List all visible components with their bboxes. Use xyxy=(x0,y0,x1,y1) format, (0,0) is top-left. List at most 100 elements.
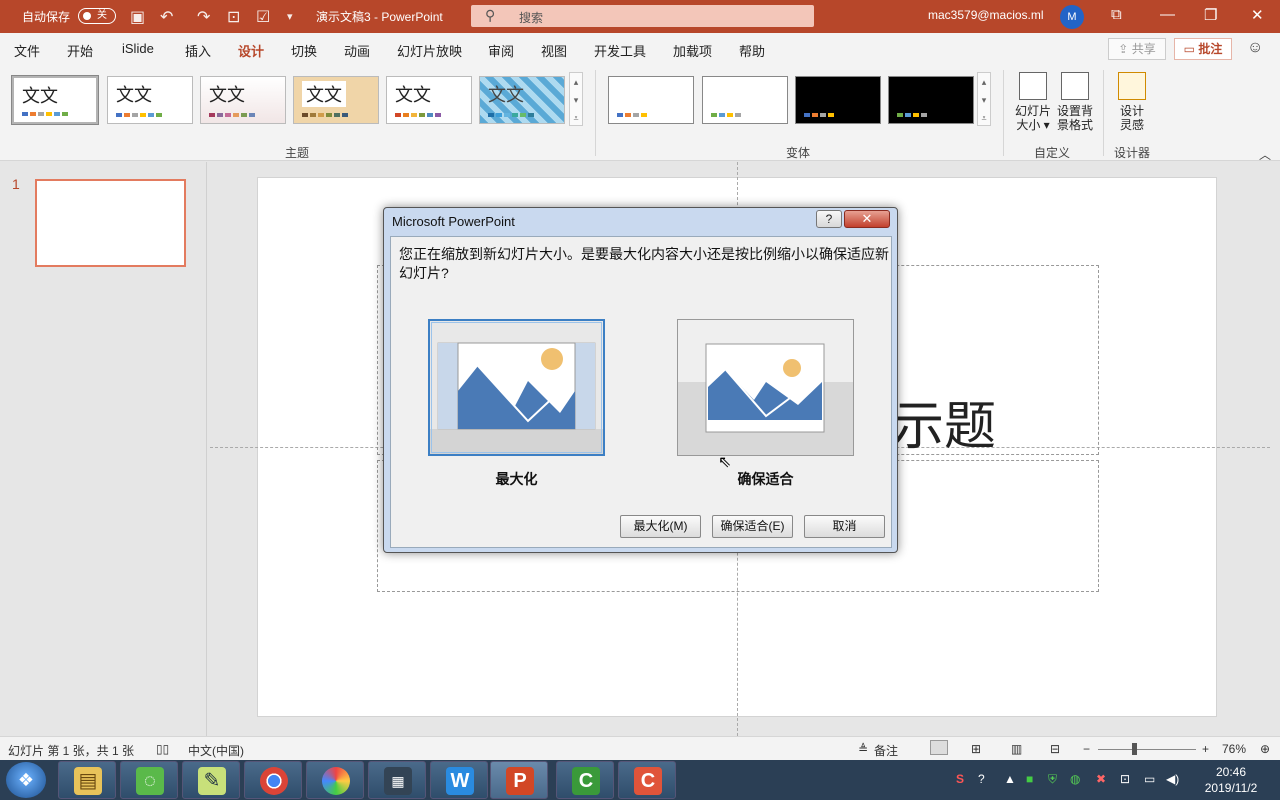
system-clock[interactable]: 20:46 2019/11/2 xyxy=(1196,764,1266,796)
taskbar-notepad[interactable]: ✎ xyxy=(182,761,240,799)
undo-icon[interactable]: ↶ xyxy=(160,7,173,27)
taskbar-wechat[interactable]: ◌ xyxy=(120,761,178,799)
theme-office[interactable]: 文文 xyxy=(11,75,99,125)
notes-icon[interactable]: ≜ xyxy=(858,742,868,756)
minimize-icon[interactable]: — xyxy=(1160,6,1175,23)
document-title: 演示文稿3 - PowerPoint xyxy=(316,10,443,24)
design-ideas-button[interactable]: 设计 灵感 xyxy=(1110,72,1154,132)
theme-facet[interactable]: 文文 xyxy=(200,76,286,124)
theme-sample-text: 文文 xyxy=(395,85,431,106)
slide-thumbnail[interactable] xyxy=(35,179,186,267)
autosave-label: 自动保存 xyxy=(22,10,71,24)
zoom-slider[interactable] xyxy=(1098,749,1196,750)
variant-1[interactable] xyxy=(608,76,694,124)
language-indicator[interactable]: 中文(中国) xyxy=(188,742,244,759)
search-box[interactable]: ⚲ 搜索 xyxy=(471,5,814,27)
green-tray-icon[interactable]: ■ xyxy=(1026,772,1033,786)
sogou-icon[interactable]: S xyxy=(956,772,964,786)
restore-icon[interactable]: ❐ xyxy=(1204,6,1217,24)
scale-content-dialog: Microsoft PowerPoint ? ✕ 您正在缩放到新幻灯片大小。是要… xyxy=(383,207,898,553)
normal-view-icon[interactable] xyxy=(930,740,948,755)
dialog-close-button[interactable]: ✕ xyxy=(844,210,890,228)
taskbar-chrome[interactable] xyxy=(244,761,302,799)
slide-size-label-2: 大小 xyxy=(1016,118,1041,132)
variants-scroll[interactable]: ▴ ▾ ⩡ xyxy=(977,72,991,126)
spelling-icon[interactable]: ▯▯ xyxy=(156,742,169,756)
taskbar-terminal[interactable]: ▦ xyxy=(368,761,426,799)
chrome-icon xyxy=(260,767,288,795)
help-button[interactable]: ? xyxy=(816,210,842,228)
close-icon[interactable]: ✕ xyxy=(1251,6,1264,24)
theme-organic[interactable]: 文文 xyxy=(293,76,379,124)
customize-qat-icon[interactable]: ▾ xyxy=(287,10,293,23)
taskbar-browser[interactable] xyxy=(306,761,364,799)
network-error-icon[interactable]: ✖ xyxy=(1096,772,1106,786)
reading-view-icon[interactable]: ▥ xyxy=(1011,742,1022,756)
help-tray-icon[interactable]: ? xyxy=(978,772,985,786)
taskbar-explorer[interactable]: ▤ xyxy=(58,761,116,799)
tab-review[interactable]: 审阅 xyxy=(488,41,514,60)
wechat-icon: ◌ xyxy=(136,767,164,795)
taskbar-camtasia-red[interactable]: C xyxy=(618,761,676,799)
tab-file[interactable]: 文件 xyxy=(14,41,40,60)
theme-ion[interactable]: 文文 xyxy=(386,76,472,124)
tab-help[interactable]: 帮助 xyxy=(739,41,765,60)
wechat-tray-icon[interactable]: ◍ xyxy=(1070,772,1080,786)
feedback-icon[interactable]: ☺ xyxy=(1247,39,1263,57)
usb-icon[interactable]: ⊡ xyxy=(1120,772,1130,786)
format-background-button[interactable]: 设置背 景格式 xyxy=(1053,72,1097,132)
cancel-button[interactable]: 取消 xyxy=(804,515,885,538)
autosave-toggle[interactable]: 关 xyxy=(78,8,116,24)
zoom-level[interactable]: 76% xyxy=(1222,742,1246,756)
theme-office-2[interactable]: 文文 xyxy=(107,76,193,124)
taskbar-powerpoint[interactable]: P xyxy=(490,761,548,799)
notes-button[interactable]: 备注 xyxy=(874,742,898,759)
zoom-in-icon[interactable]: + xyxy=(1202,742,1209,756)
variant-4[interactable] xyxy=(888,76,974,124)
zoom-out-icon[interactable]: − xyxy=(1083,742,1090,756)
security-shield-icon[interactable]: ⛨ xyxy=(1048,772,1057,787)
ribbon-display-icon[interactable]: ⧉ xyxy=(1111,6,1122,23)
taskbar-wps[interactable]: W xyxy=(430,761,488,799)
tray-expand-icon[interactable]: ▲ xyxy=(1004,772,1016,786)
variant-3[interactable] xyxy=(795,76,881,124)
themes-scroll[interactable]: ▴ ▾ ⩡ xyxy=(569,72,583,126)
avatar[interactable]: M xyxy=(1060,5,1084,29)
maximize-button[interactable]: 最大化(M) xyxy=(620,515,701,538)
dialog-body: 您正在缩放到新幻灯片大小。是要最大化内容大小还是按比例缩小以确保适应新幻灯片? … xyxy=(390,236,892,548)
tab-transitions[interactable]: 切换 xyxy=(291,41,317,60)
check-icon[interactable]: ☑ xyxy=(256,7,270,27)
tab-design[interactable]: 设计 xyxy=(238,41,265,67)
account-name[interactable]: mac3579@macios.ml xyxy=(928,8,1044,22)
save-icon[interactable]: ▣ xyxy=(130,7,145,27)
theme-pattern[interactable]: 文文 xyxy=(479,76,565,124)
variant-2[interactable] xyxy=(702,76,788,124)
share-button[interactable]: ⇪ 共享 xyxy=(1108,38,1166,60)
slide-size-button[interactable]: 幻灯片 大小 ▾ xyxy=(1011,72,1055,132)
fit-to-window-icon[interactable]: ⊕ xyxy=(1260,742,1270,756)
collapse-ribbon-icon[interactable]: ︿ xyxy=(1259,146,1271,163)
tab-addins[interactable]: 加载项 xyxy=(673,41,712,60)
tab-view[interactable]: 视图 xyxy=(541,41,567,60)
volume-icon[interactable]: ◀) xyxy=(1166,772,1179,786)
tab-slideshow[interactable]: 幻灯片放映 xyxy=(397,41,462,60)
notepad-icon: ✎ xyxy=(198,767,226,795)
slideshow-icon[interactable]: ⊟ xyxy=(1050,742,1060,756)
option-ensure-fit[interactable] xyxy=(677,319,854,456)
slide-sorter-icon[interactable]: ⊞ xyxy=(971,742,981,756)
tab-developer[interactable]: 开发工具 xyxy=(594,41,646,60)
option-maximize[interactable] xyxy=(428,319,605,456)
present-icon[interactable]: ⊡ xyxy=(227,7,240,27)
ensure-fit-button[interactable]: 确保适合(E) xyxy=(712,515,793,538)
redo-icon[interactable]: ↷ xyxy=(197,7,210,27)
comments-button[interactable]: ▭ 批注 xyxy=(1174,38,1232,60)
network-icon[interactable]: ▭ xyxy=(1144,772,1155,786)
tab-insert[interactable]: 插入 xyxy=(185,41,211,60)
wps-icon: W xyxy=(446,767,474,795)
taskbar-camtasia-green[interactable]: C xyxy=(556,761,614,799)
tab-animations[interactable]: 动画 xyxy=(344,41,370,60)
tab-islide[interactable]: iSlide xyxy=(122,41,154,56)
tab-home[interactable]: 开始 xyxy=(67,41,93,60)
start-button[interactable]: ❖ xyxy=(6,762,46,798)
zoom-slider-thumb[interactable] xyxy=(1132,743,1137,755)
